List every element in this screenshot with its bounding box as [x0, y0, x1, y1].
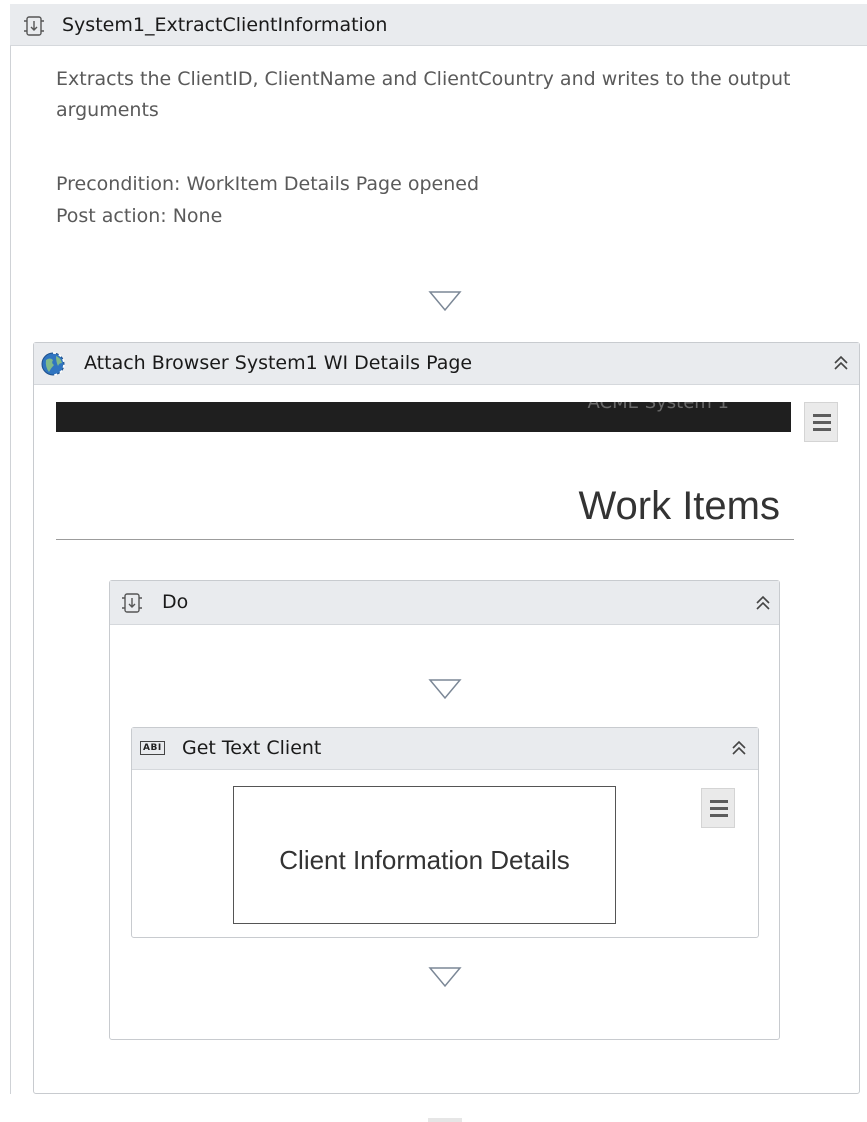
globe-icon: [40, 351, 66, 381]
do-header[interactable]: Do: [110, 581, 779, 625]
precondition-text: Precondition: WorkItem Details Page open…: [56, 173, 480, 195]
post-action-text: Post action: None: [56, 205, 223, 227]
attach-browser-header[interactable]: Attach Browser System1 WI Details Page: [34, 343, 859, 385]
collapse-icon[interactable]: [831, 353, 851, 373]
drop-arrow-icon[interactable]: [428, 966, 462, 992]
target-element-text: Client Information Details: [279, 845, 570, 875]
drop-arrow-stub: [428, 1118, 462, 1122]
do-title: Do: [162, 591, 189, 613]
sequence-header[interactable]: System1_ExtractClientInformation: [10, 4, 867, 46]
sequence-icon: [120, 592, 144, 618]
page-heading: Work Items: [578, 484, 780, 528]
target-element-screenshot: Client Information Details: [233, 786, 616, 924]
heading-divider: [56, 539, 794, 540]
screenshot-header-text: ACME System 1: [587, 402, 730, 413]
sequence-title: System1_ExtractClientInformation: [62, 14, 388, 36]
sequence-icon: [22, 15, 46, 41]
get-text-icon: ABI: [140, 741, 165, 755]
drop-arrow-icon[interactable]: [428, 678, 462, 704]
drop-arrow-icon[interactable]: [428, 290, 462, 316]
menu-icon[interactable]: [701, 788, 735, 828]
screenshot-header-bar: ACME System 1: [56, 402, 791, 432]
get-text-header[interactable]: ABI Get Text Client: [132, 728, 758, 770]
collapse-icon[interactable]: [729, 738, 749, 758]
sequence-description: Extracts the ClientID, ClientName and Cl…: [56, 68, 791, 121]
sequence-annotation: Precondition: WorkItem Details Page open…: [56, 168, 816, 232]
attach-browser-title: Attach Browser System1 WI Details Page: [84, 352, 473, 374]
get-text-title: Get Text Client: [182, 737, 322, 759]
collapse-icon[interactable]: [753, 593, 773, 613]
menu-icon[interactable]: [804, 402, 838, 442]
sequence-border: [10, 46, 11, 1094]
